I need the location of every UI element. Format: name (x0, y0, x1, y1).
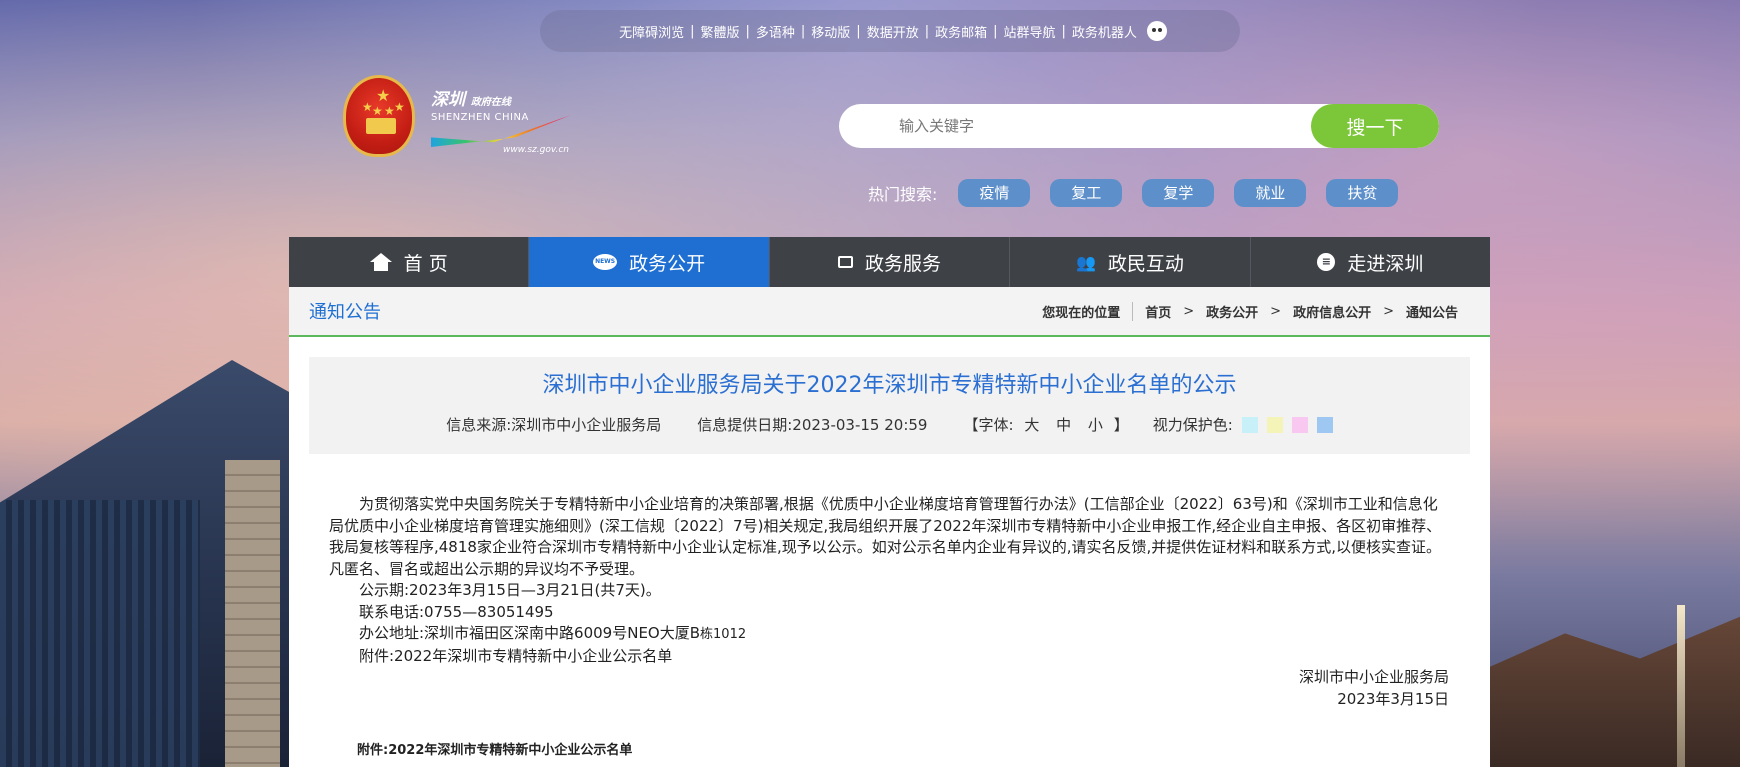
breadcrumb-home[interactable]: 首页 (1133, 302, 1183, 321)
breadcrumb-here-label: 您现在的位置 (1042, 301, 1134, 321)
article-meta: 信息来源:深圳市中小企业服务局 信息提供日期:2023-03-15 20:59 … (309, 414, 1470, 435)
sign-date: 2023年3月15日 (1337, 689, 1449, 708)
breadcrumb: 您现在的位置 首页 > 政务公开 > 政府信息公开 > 通知公告 (1042, 301, 1470, 321)
multilingual-link[interactable]: 多语种 (750, 22, 801, 41)
eye-protect-label: 视力保护色: (1152, 416, 1233, 434)
traditional-chinese-link[interactable]: 繁體版 (694, 22, 745, 41)
font-size-control: 【字体: 大 中 小 】 (963, 416, 1129, 434)
building-stone-column (225, 460, 280, 767)
article-paragraph: 为贯彻落实党中央国务院关于专精特新中小企业培育的决策部署,根据《优质中小企业梯度… (329, 495, 1442, 578)
news-icon: NEWS (593, 254, 618, 270)
mobile-version-link[interactable]: 移动版 (805, 22, 856, 41)
breadcrumb-gov-affairs[interactable]: 政务公开 (1194, 302, 1270, 321)
eye-color-blue[interactable] (1316, 416, 1333, 433)
office-address: 办公地址:深圳市福田区深南中路6009号NEO大厦B栋1012 (359, 624, 747, 642)
breadcrumb-notices[interactable]: 通知公告 (1394, 302, 1470, 321)
nav-gov-affairs-open-label: 政务公开 (629, 252, 706, 275)
article-title: 深圳市中小企业服务局关于2022年深圳市专精特新中小企业名单的公示 (542, 373, 1237, 398)
nav-gov-services[interactable]: 政务服务 (770, 237, 1011, 287)
hot-search: 热门搜索: 疫情 复工 复学 就业 扶贫 (868, 179, 1418, 207)
search-button[interactable]: 搜一下 (1311, 104, 1439, 148)
publicity-period: 公示期:2023年3月15日—3月21日(共7天)。 (359, 581, 661, 599)
nav-gov-services-label: 政务服务 (865, 252, 942, 275)
font-size-small[interactable]: 小 (1088, 416, 1103, 434)
nav-gov-affairs-open[interactable]: NEWS 政务公开 (529, 237, 770, 287)
open-data-link[interactable]: 数据开放 (861, 22, 925, 41)
gov-mailbox-link[interactable]: 政务邮箱 (929, 22, 993, 41)
nav-about-shenzhen-label: 走进深圳 (1347, 252, 1424, 275)
gov-robot-link[interactable]: 政务机器人 (1066, 22, 1143, 41)
article-header: 深圳市中小企业服务局关于2022年深圳市专精特新中小企业名单的公示 信息来源:深… (309, 357, 1470, 454)
hot-tag-resume-school[interactable]: 复学 (1142, 179, 1215, 207)
attachment-line[interactable]: 附件:2022年深圳市专精特新中小企业公示名单 (329, 646, 1449, 668)
font-size-medium[interactable]: 中 (1056, 416, 1071, 434)
logo-subtitle: 政府在线 (470, 97, 511, 108)
attachment-heading: 附件:2022年深圳市专精特新中小企业公示名单 (357, 743, 633, 758)
eye-color-cyan[interactable] (1241, 416, 1258, 433)
breadcrumb-bar: 通知公告 您现在的位置 首页 > 政务公开 > 政府信息公开 > 通知公告 (289, 287, 1490, 337)
hot-tag-employment[interactable]: 就业 (1234, 179, 1307, 207)
breadcrumb-arrow-icon: > (1270, 303, 1282, 319)
hot-tag-resume-work[interactable]: 复工 (1050, 179, 1123, 207)
font-size-large[interactable]: 大 (1024, 416, 1039, 434)
search-input[interactable] (839, 104, 1309, 148)
hot-tag-epidemic[interactable]: 疫情 (958, 179, 1031, 207)
national-emblem-icon: ★ ★ ★ ★ ★ (343, 75, 415, 157)
logo-english: SHENZHEN CHINA (431, 112, 529, 123)
eye-color-yellow[interactable] (1266, 416, 1283, 433)
street-lamp (1677, 605, 1685, 767)
monitor-icon (838, 256, 853, 268)
logo-city-name: 深圳 (431, 90, 465, 110)
chat-icon: ≡ (1317, 253, 1336, 271)
people-icon: 👥 (1075, 252, 1096, 272)
search-box: 搜一下 (839, 104, 1439, 148)
hot-tag-poverty-relief[interactable]: 扶贫 (1326, 179, 1399, 207)
article-date: 信息提供日期:2023-03-15 20:59 (697, 416, 928, 434)
nav-interaction-label: 政民互动 (1107, 252, 1184, 275)
background-building-left (0, 360, 290, 767)
breadcrumb-gov-info[interactable]: 政府信息公开 (1281, 302, 1383, 321)
site-navigation-link[interactable]: 站群导航 (998, 22, 1062, 41)
background-building-right (1490, 616, 1740, 767)
main-nav: 首 页 NEWS 政务公开 政务服务 👥 政民互动 ≡ 走进深圳 (289, 237, 1490, 287)
breadcrumb-arrow-icon: > (1383, 303, 1394, 319)
home-icon (369, 252, 392, 271)
eye-color-pink[interactable] (1291, 416, 1308, 433)
nav-interaction[interactable]: 👥 政民互动 (1010, 237, 1251, 287)
article-source: 信息来源:深圳市中小企业服务局 (446, 416, 662, 434)
site-logo[interactable]: ★ ★ ★ ★ ★ 深圳 政府在线 SHENZHEN CHINA www.sz.… (343, 75, 583, 160)
hot-search-label: 热门搜索: (868, 185, 938, 204)
nav-about-shenzhen[interactable]: ≡ 走进深圳 (1251, 237, 1490, 287)
section-title[interactable]: 通知公告 (309, 298, 381, 324)
article-body: 为贯彻落实党中央国务院关于专精特新中小企业培育的决策部署,根据《优质中小企业梯度… (329, 494, 1449, 762)
breadcrumb-arrow-icon: > (1183, 303, 1195, 319)
content-panel: 通知公告 您现在的位置 首页 > 政务公开 > 政府信息公开 > 通知公告 深圳… (289, 287, 1490, 767)
robot-icon[interactable] (1146, 21, 1167, 41)
nav-home[interactable]: 首 页 (289, 237, 530, 287)
nav-home-label: 首 页 (403, 252, 448, 275)
contact-phone: 联系电话:0755—83051495 (359, 602, 554, 621)
building-panels (0, 500, 200, 767)
signer: 深圳市中小企业服务局 (1298, 668, 1449, 686)
accessibility-link[interactable]: 无障碍浏览 (613, 22, 690, 41)
logo-url: www.sz.gov.cn (503, 145, 569, 155)
top-utility-bar: 无障碍浏览 | 繁體版 | 多语种 | 移动版 | 数据开放 | 政务邮箱 | … (540, 10, 1240, 52)
